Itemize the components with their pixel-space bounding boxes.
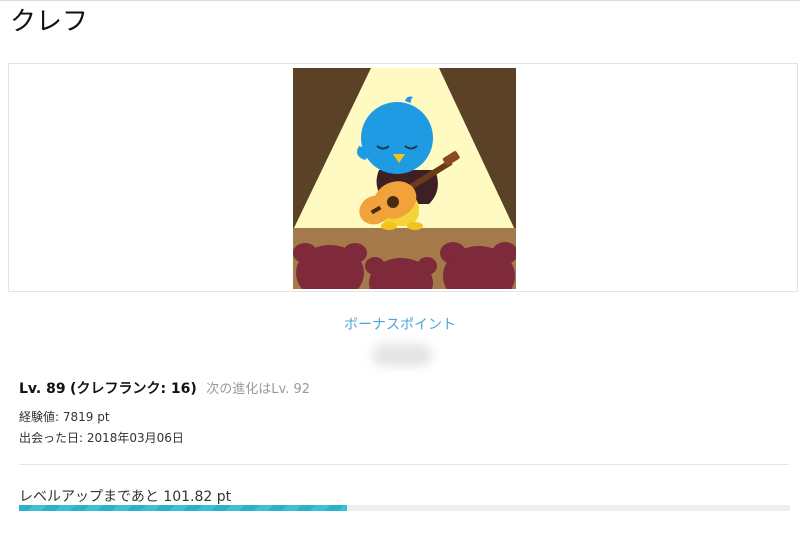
bonus-points-value-blurred (372, 344, 432, 366)
page-title: クレフ (10, 7, 89, 37)
met-date: 出会った日: 2018年03月06日 (19, 431, 184, 445)
level-progress-fill (19, 505, 347, 511)
level-value: Lv. 89 (19, 381, 66, 397)
level-up-remaining-text: レベルアップまであと 101.82 pt (19, 489, 232, 505)
character-image-card (8, 63, 798, 292)
audience-right (440, 242, 516, 289)
experience-value: 経験値: 7819 pt (19, 410, 110, 424)
section-divider (19, 464, 789, 465)
rank-value: (クレフランク: 16) (70, 381, 197, 397)
next-evolution-text: 次の進化はLv. 92 (206, 382, 310, 397)
audience-left (293, 243, 367, 289)
bonus-points-link[interactable]: ボーナスポイント (0, 314, 800, 334)
audience-center (365, 257, 437, 289)
level-summary: Lv. 89 (クレフランク: 16) 次の進化はLv. 92 (19, 378, 310, 398)
level-progress-bar (19, 505, 790, 511)
top-divider (0, 0, 800, 1)
character-illustration (293, 68, 516, 289)
